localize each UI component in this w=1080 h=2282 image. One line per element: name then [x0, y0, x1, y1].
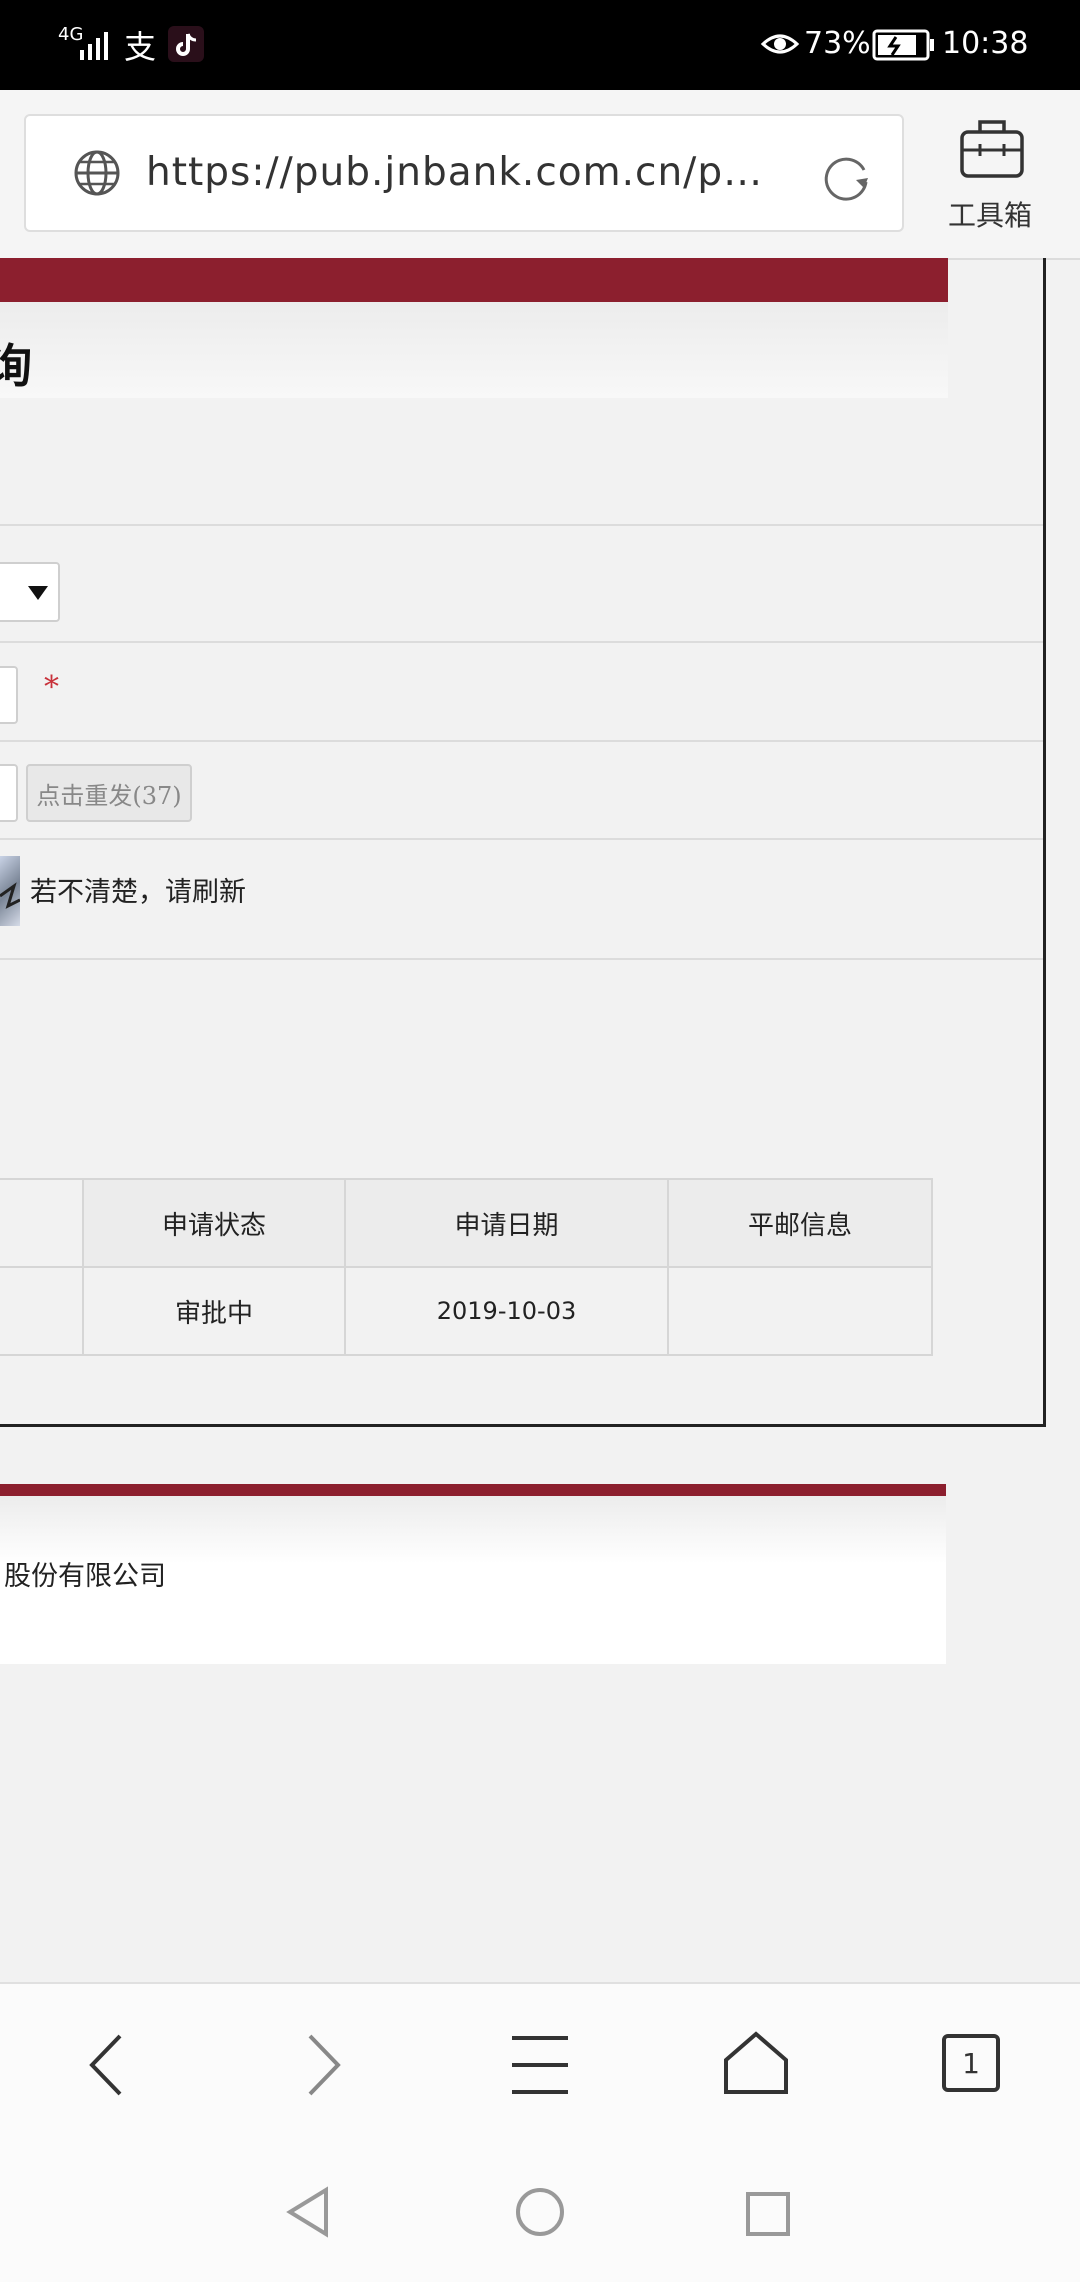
table-cell-mail-info [667, 1266, 933, 1356]
system-home-icon[interactable] [514, 2186, 566, 2238]
table-header-cell: 申请状态 [82, 1178, 346, 1268]
toolbox-label[interactable]: 工具箱 [948, 194, 1032, 234]
globe-icon [74, 150, 120, 196]
text-input[interactable] [0, 666, 18, 724]
header-red-bar [0, 258, 948, 302]
form-divider [0, 524, 1043, 526]
table-header-cell: 平邮信息 [667, 1178, 933, 1268]
alipay-icon: 支 [124, 28, 157, 66]
url-text[interactable]: https://pub.jnbank.com.cn/pwe··· [146, 150, 786, 204]
table-header-cell: 申请日期 [344, 1178, 669, 1268]
tabs-icon[interactable]: 1 [942, 2034, 1000, 2092]
system-back-icon[interactable] [284, 2186, 332, 2238]
toolbox-icon[interactable] [958, 116, 1028, 182]
table-cell-status: 审批中 [82, 1266, 346, 1356]
table-header-cell [0, 1178, 84, 1268]
captcha-image[interactable] [0, 856, 21, 926]
form-divider [0, 740, 1043, 742]
content-frame-border [1043, 258, 1046, 1426]
table-cell-date: 2019-10-03 [344, 1266, 669, 1356]
reload-icon[interactable] [816, 148, 876, 204]
tiktok-icon [168, 26, 204, 62]
menu-icon[interactable] [510, 2034, 570, 2096]
page-title-fragment: 询 [0, 339, 32, 393]
battery-charging-icon [872, 29, 934, 61]
system-recents-icon[interactable] [744, 2190, 792, 2238]
select-dropdown[interactable] [0, 562, 60, 622]
required-mark: * [44, 670, 59, 705]
caret-down-icon [28, 586, 48, 600]
back-icon[interactable] [82, 2032, 132, 2098]
form-divider [0, 958, 1043, 960]
table-cell [0, 1266, 84, 1356]
content-frame-bottom [0, 1424, 1046, 1427]
sms-code-input[interactable] [0, 764, 18, 822]
footer-red-bar [0, 1484, 946, 1496]
captcha-refresh-hint[interactable]: 若不清楚，请刷新 [30, 870, 246, 909]
resend-code-button[interactable]: 点击重发(37) [26, 764, 192, 822]
eye-icon [760, 34, 800, 54]
footer-company: 股份有限公司 [4, 1561, 166, 1592]
status-bar: 4G 支 73% 10:38 [0, 0, 1080, 90]
battery-percent: 73% [804, 26, 871, 61]
forward-icon[interactable] [298, 2032, 348, 2098]
header-band [0, 302, 948, 398]
form-divider [0, 641, 1043, 643]
clock: 10:38 [942, 26, 1029, 61]
signal-icon [80, 32, 108, 60]
form-divider [0, 838, 1043, 840]
home-icon[interactable] [722, 2030, 790, 2096]
